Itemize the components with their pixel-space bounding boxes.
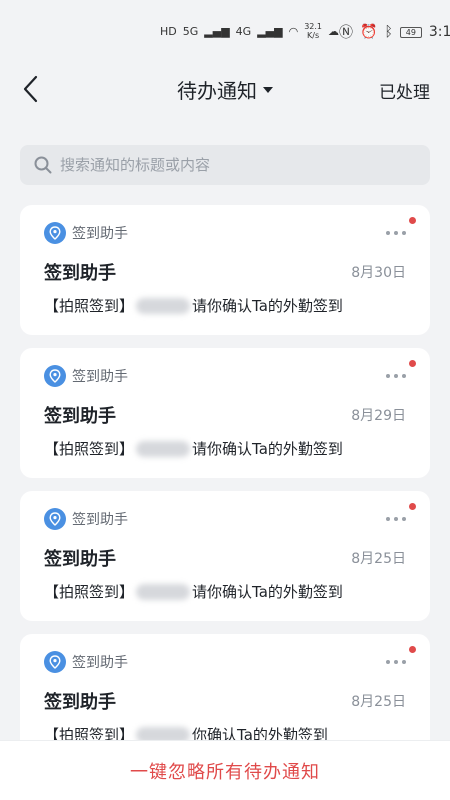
card-header: 签到助手 [44, 507, 406, 531]
more-dot-icon [394, 517, 398, 521]
speed-unit: K/s [307, 31, 320, 40]
search-box[interactable] [20, 145, 430, 185]
signal-icon-2: ▂▄▆ [257, 24, 283, 38]
more-options-button[interactable] [382, 654, 410, 670]
more-options-button[interactable] [382, 225, 410, 241]
notification-card[interactable]: 签到助手 签到助手 8月25日 【拍照签到】 请你确认Ta的外勤签到 [20, 491, 430, 621]
battery-icon: 49 [399, 26, 422, 38]
alarm-icon: ⏰ [360, 24, 378, 40]
more-dot-icon [402, 660, 406, 664]
clock: 3:18 [428, 24, 450, 40]
more-dot-icon [386, 517, 390, 521]
body-prefix: 【拍照签到】 [44, 440, 135, 458]
notification-title: 签到助手 [44, 692, 116, 713]
more-dot-icon [394, 660, 398, 664]
title-dropdown[interactable]: 待办通知 [177, 75, 273, 104]
app-header: 待办通知 已处理 [0, 64, 450, 114]
network-5g-label: 5G [182, 24, 199, 38]
back-button[interactable] [16, 74, 46, 104]
hd-badge: HD [160, 24, 177, 38]
status-bar: HD 5G ▂▄▆ 4G ▂▄▆ ◠ 32.1 K/s ☁ Ⓝ ⏰ ᛒ 49 3… [0, 0, 450, 64]
bottom-action-bar: 一键忽略所有待办通知 [0, 740, 450, 800]
notification-source: 签到助手 [44, 508, 128, 530]
body-suffix: 请你确认Ta的外勤签到 [192, 297, 343, 315]
more-dot-icon [402, 374, 406, 378]
search-section [0, 145, 450, 185]
notification-date: 8月25日 [351, 551, 406, 567]
card-title-row: 签到助手 8月29日 [44, 402, 406, 428]
source-label: 签到助手 [72, 369, 128, 385]
notification-card[interactable]: 签到助手 签到助手 8月29日 【拍照签到】 请你确认Ta的外勤签到 [20, 348, 430, 478]
ignore-all-button[interactable]: 一键忽略所有待办通知 [130, 758, 320, 784]
location-pin-icon [44, 365, 66, 387]
body-suffix: 请你确认Ta的外勤签到 [192, 440, 343, 458]
notification-source: 签到助手 [44, 222, 128, 244]
status-indicators: HD 5G ▂▄▆ 4G ▂▄▆ ◠ 32.1 K/s ☁ [160, 22, 339, 40]
redacted-name [136, 297, 191, 314]
search-input[interactable] [60, 156, 416, 174]
body-suffix: 请你确认Ta的外勤签到 [192, 583, 343, 601]
unread-dot [409, 646, 416, 653]
speed-value: 32.1 [304, 22, 323, 31]
signal-icon: ▂▄▆ [204, 24, 230, 38]
network-4g-label: 4G [235, 24, 252, 38]
network-speed: 32.1 K/s [304, 22, 322, 40]
source-label: 签到助手 [72, 512, 128, 528]
notification-card[interactable]: 签到助手 签到助手 8月30日 【拍照签到】 请你确认Ta的外勤签到 [20, 205, 430, 335]
search-icon [34, 156, 52, 174]
more-dot-icon [386, 231, 390, 235]
card-title-row: 签到助手 8月25日 [44, 545, 406, 571]
more-dot-icon [386, 660, 390, 664]
notification-body: 【拍照签到】 请你确认Ta的外勤签到 [44, 581, 406, 602]
unread-dot [409, 503, 416, 510]
more-dot-icon [402, 517, 406, 521]
card-title-row: 签到助手 8月25日 [44, 688, 406, 714]
more-options-button[interactable] [382, 511, 410, 527]
chevron-left-icon [23, 75, 38, 103]
page-title: 待办通知 [177, 78, 257, 103]
source-label: 签到助手 [72, 655, 128, 671]
notification-title: 签到助手 [44, 263, 116, 284]
caret-down-icon [263, 87, 273, 93]
wifi-icon: ◠ [288, 24, 299, 38]
more-dot-icon [394, 374, 398, 378]
card-title-row: 签到助手 8月30日 [44, 259, 406, 285]
body-prefix: 【拍照签到】 [44, 583, 135, 601]
card-header: 签到助手 [44, 364, 406, 388]
notification-title: 签到助手 [44, 406, 116, 427]
notification-source: 签到助手 [44, 365, 128, 387]
notification-title: 签到助手 [44, 549, 116, 570]
location-pin-icon [44, 508, 66, 530]
more-options-button[interactable] [382, 368, 410, 384]
unread-dot [409, 360, 416, 367]
source-label: 签到助手 [72, 226, 128, 242]
notification-date: 8月25日 [351, 694, 406, 710]
notification-body: 【拍照签到】 请你确认Ta的外勤签到 [44, 438, 406, 459]
notification-date: 8月29日 [351, 408, 406, 424]
redacted-name [136, 440, 191, 457]
card-header: 签到助手 [44, 650, 406, 674]
redacted-name [136, 583, 191, 600]
notification-source: 签到助手 [44, 651, 128, 673]
more-dot-icon [386, 374, 390, 378]
cloud-icon: ☁ [328, 24, 340, 38]
location-pin-icon [44, 651, 66, 673]
status-system: Ⓝ ⏰ ᛒ 49 3:18 [339, 22, 450, 42]
location-pin-icon [44, 222, 66, 244]
notification-list: 签到助手 签到助手 8月30日 【拍照签到】 请你确认Ta的外勤签到 签到助手 [0, 205, 450, 764]
more-dot-icon [394, 231, 398, 235]
notification-body: 【拍照签到】 请你确认Ta的外勤签到 [44, 295, 406, 316]
card-header: 签到助手 [44, 221, 406, 245]
unread-dot [409, 217, 416, 224]
notification-date: 8月30日 [351, 265, 406, 281]
body-prefix: 【拍照签到】 [44, 297, 135, 315]
bluetooth-icon: ᛒ [384, 24, 393, 40]
battery-level: 49 [405, 27, 416, 37]
nfc-icon: Ⓝ [339, 25, 354, 41]
more-dot-icon [402, 231, 406, 235]
processed-button[interactable]: 已处理 [379, 78, 430, 103]
